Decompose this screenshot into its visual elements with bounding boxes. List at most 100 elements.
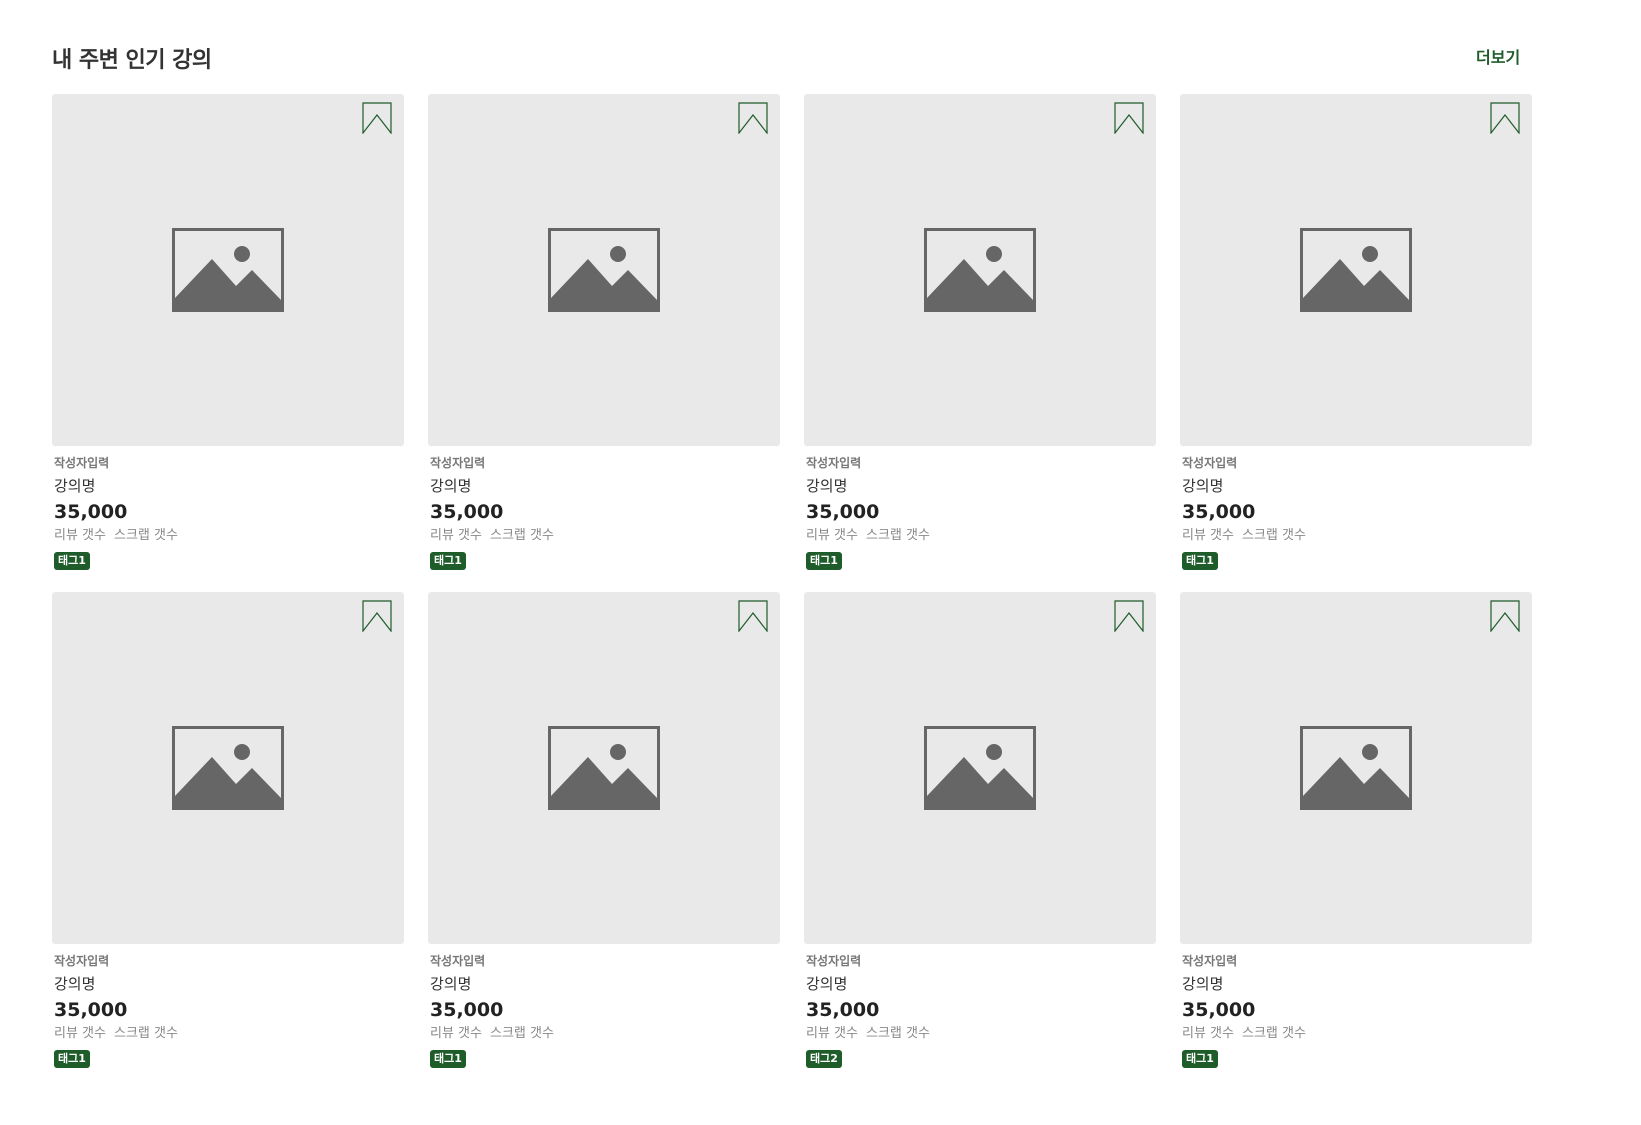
course-tag[interactable]: 태그1 — [430, 1050, 466, 1068]
course-name[interactable]: 강의명 — [430, 972, 780, 996]
course-tag[interactable]: 태그2 — [806, 1050, 842, 1068]
course-card[interactable]: 작성자입력 강의명 35,000 리뷰 갯수 스크랩 갯수 태그1 — [52, 592, 404, 1068]
review-count: 리뷰 갯수 — [54, 528, 106, 543]
course-name[interactable]: 강의명 — [430, 474, 780, 498]
bookmark-icon[interactable] — [362, 600, 392, 632]
review-count: 리뷰 갯수 — [806, 528, 858, 543]
course-price: 35,000 — [1182, 501, 1256, 523]
bookmark-icon[interactable] — [738, 102, 768, 134]
course-card[interactable]: 작성자입력 강의명 35,000 리뷰 갯수 스크랩 갯수 태그1 — [804, 94, 1156, 570]
course-card[interactable]: 작성자입력 강의명 35,000 리뷰 갯수 스크랩 갯수 태그1 — [428, 94, 780, 570]
course-name[interactable]: 강의명 — [54, 474, 404, 498]
course-tag[interactable]: 태그1 — [806, 552, 842, 570]
review-count: 리뷰 갯수 — [1182, 528, 1234, 543]
course-counts: 리뷰 갯수 스크랩 갯수 — [1182, 1024, 1532, 1044]
scrap-count: 스크랩 갯수 — [1241, 1026, 1306, 1041]
course-author: 작성자입력 — [806, 456, 862, 470]
course-card[interactable]: 작성자입력 강의명 35,000 리뷰 갯수 스크랩 갯수 태그1 — [1180, 592, 1532, 1068]
course-tag[interactable]: 태그1 — [1182, 552, 1218, 570]
course-counts: 리뷰 갯수 스크랩 갯수 — [54, 526, 404, 546]
course-author: 작성자입력 — [806, 954, 862, 968]
course-price: 35,000 — [54, 999, 128, 1021]
course-price: 35,000 — [54, 501, 128, 523]
image-placeholder-icon — [924, 726, 1036, 810]
section-title: 내 주변 인기 강의 — [52, 48, 212, 73]
scrap-count: 스크랩 갯수 — [489, 528, 554, 543]
course-author: 작성자입력 — [54, 456, 110, 470]
course-thumbnail[interactable] — [428, 94, 780, 446]
course-name[interactable]: 강의명 — [1182, 474, 1532, 498]
course-tag[interactable]: 태그1 — [1182, 1050, 1218, 1068]
review-count: 리뷰 갯수 — [806, 1026, 858, 1041]
bookmark-icon[interactable] — [738, 600, 768, 632]
bookmark-icon[interactable] — [1490, 600, 1520, 632]
section-header: 내 주변 인기 강의 더보기 — [52, 40, 1532, 96]
course-author: 작성자입력 — [1182, 954, 1238, 968]
course-thumbnail[interactable] — [804, 94, 1156, 446]
course-meta: 작성자입력 강의명 35,000 리뷰 갯수 스크랩 갯수 태그1 — [804, 446, 1156, 570]
course-tag[interactable]: 태그1 — [54, 1050, 90, 1068]
course-meta: 작성자입력 강의명 35,000 리뷰 갯수 스크랩 갯수 태그1 — [428, 446, 780, 570]
image-placeholder-icon — [1300, 726, 1412, 810]
course-tag[interactable]: 태그1 — [430, 552, 466, 570]
scrap-count: 스크랩 갯수 — [865, 1026, 930, 1041]
course-thumbnail[interactable] — [1180, 94, 1532, 446]
image-placeholder-icon — [172, 228, 284, 312]
course-price: 35,000 — [430, 999, 504, 1021]
course-card[interactable]: 작성자입력 강의명 35,000 리뷰 갯수 스크랩 갯수 태그1 — [52, 94, 404, 570]
course-author: 작성자입력 — [430, 456, 486, 470]
course-name[interactable]: 강의명 — [806, 972, 1156, 996]
course-name[interactable]: 강의명 — [54, 972, 404, 996]
course-thumbnail[interactable] — [52, 592, 404, 944]
course-tag[interactable]: 태그1 — [54, 552, 90, 570]
scrap-count: 스크랩 갯수 — [489, 1026, 554, 1041]
review-count: 리뷰 갯수 — [430, 1026, 482, 1041]
image-placeholder-icon — [548, 228, 660, 312]
course-counts: 리뷰 갯수 스크랩 갯수 — [430, 1024, 780, 1044]
course-counts: 리뷰 갯수 스크랩 갯수 — [1182, 526, 1532, 546]
course-price: 35,000 — [806, 999, 880, 1021]
course-name[interactable]: 강의명 — [806, 474, 1156, 498]
course-author: 작성자입력 — [430, 954, 486, 968]
bookmark-icon[interactable] — [1114, 102, 1144, 134]
popular-courses-section: 내 주변 인기 강의 더보기 작성자입력 강의명 35,000 리뷰 갯수스크랩… — [52, 40, 1532, 1068]
course-price: 35,000 — [430, 501, 504, 523]
course-counts: 리뷰 갯수 스크랩 갯수 — [54, 1024, 404, 1044]
course-counts: 리뷰 갯수 스크랩 갯수 — [430, 526, 780, 546]
course-meta: 작성자입력 강의명 35,000 리뷰 갯수 스크랩 갯수 태그1 — [1180, 944, 1532, 1068]
image-placeholder-icon — [1300, 228, 1412, 312]
bookmark-icon[interactable] — [1490, 102, 1520, 134]
course-meta: 작성자입력 강의명 35,000 리뷰 갯수 스크랩 갯수 태그2 — [804, 944, 1156, 1068]
course-meta: 작성자입력 강의명 35,000 리뷰 갯수 스크랩 갯수 태그1 — [428, 944, 780, 1068]
review-count: 리뷰 갯수 — [430, 528, 482, 543]
course-author: 작성자입력 — [1182, 456, 1238, 470]
image-placeholder-icon — [924, 228, 1036, 312]
scrap-count: 스크랩 갯수 — [865, 528, 930, 543]
review-count: 리뷰 갯수 — [1182, 1026, 1234, 1041]
course-grid: 작성자입력 강의명 35,000 리뷰 갯수 스크랩 갯수 태그1 작성자입력 강… — [52, 94, 1532, 1068]
review-count: 리뷰 갯수 — [54, 1026, 106, 1041]
course-card[interactable]: 작성자입력 강의명 35,000 리뷰 갯수 스크랩 갯수 태그1 — [428, 592, 780, 1068]
course-thumbnail[interactable] — [1180, 592, 1532, 944]
scrap-count: 스크랩 갯수 — [1241, 528, 1306, 543]
course-meta: 작성자입력 강의명 35,000 리뷰 갯수 스크랩 갯수 태그1 — [1180, 446, 1532, 570]
course-counts: 리뷰 갯수 스크랩 갯수 — [806, 1024, 1156, 1044]
bookmark-icon[interactable] — [362, 102, 392, 134]
course-price: 35,000 — [1182, 999, 1256, 1021]
course-thumbnail[interactable] — [804, 592, 1156, 944]
scrap-count: 스크랩 갯수 — [113, 528, 178, 543]
course-counts: 리뷰 갯수 스크랩 갯수 — [806, 526, 1156, 546]
course-card[interactable]: 작성자입력 강의명 35,000 리뷰 갯수 스크랩 갯수 태그1 — [1180, 94, 1532, 570]
course-meta: 작성자입력 강의명 35,000 리뷰 갯수 스크랩 갯수 태그1 — [52, 446, 404, 570]
image-placeholder-icon — [548, 726, 660, 810]
image-placeholder-icon — [172, 726, 284, 810]
course-price: 35,000 — [806, 501, 880, 523]
course-thumbnail[interactable] — [52, 94, 404, 446]
course-card[interactable]: 작성자입력 강의명 35,000 리뷰 갯수 스크랩 갯수 태그2 — [804, 592, 1156, 1068]
course-meta: 작성자입력 강의명 35,000 리뷰 갯수 스크랩 갯수 태그1 — [52, 944, 404, 1068]
bookmark-icon[interactable] — [1114, 600, 1144, 632]
more-link[interactable]: 더보기 — [1476, 44, 1520, 68]
course-thumbnail[interactable] — [428, 592, 780, 944]
course-name[interactable]: 강의명 — [1182, 972, 1532, 996]
course-author: 작성자입력 — [54, 954, 110, 968]
